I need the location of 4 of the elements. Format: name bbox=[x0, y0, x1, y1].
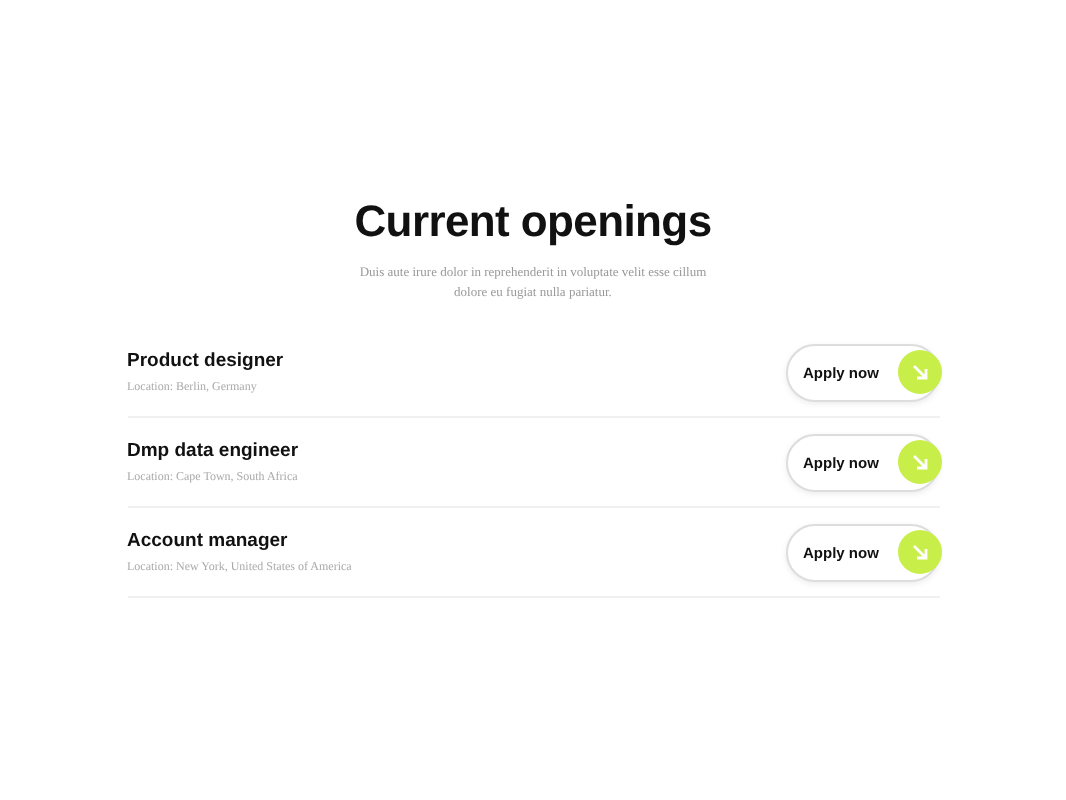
page-heading: Current openings bbox=[354, 196, 712, 248]
job-title: Dmp data engineer bbox=[127, 440, 299, 462]
job-title: Product designer bbox=[127, 350, 284, 372]
job-title: Account manager bbox=[127, 530, 290, 552]
